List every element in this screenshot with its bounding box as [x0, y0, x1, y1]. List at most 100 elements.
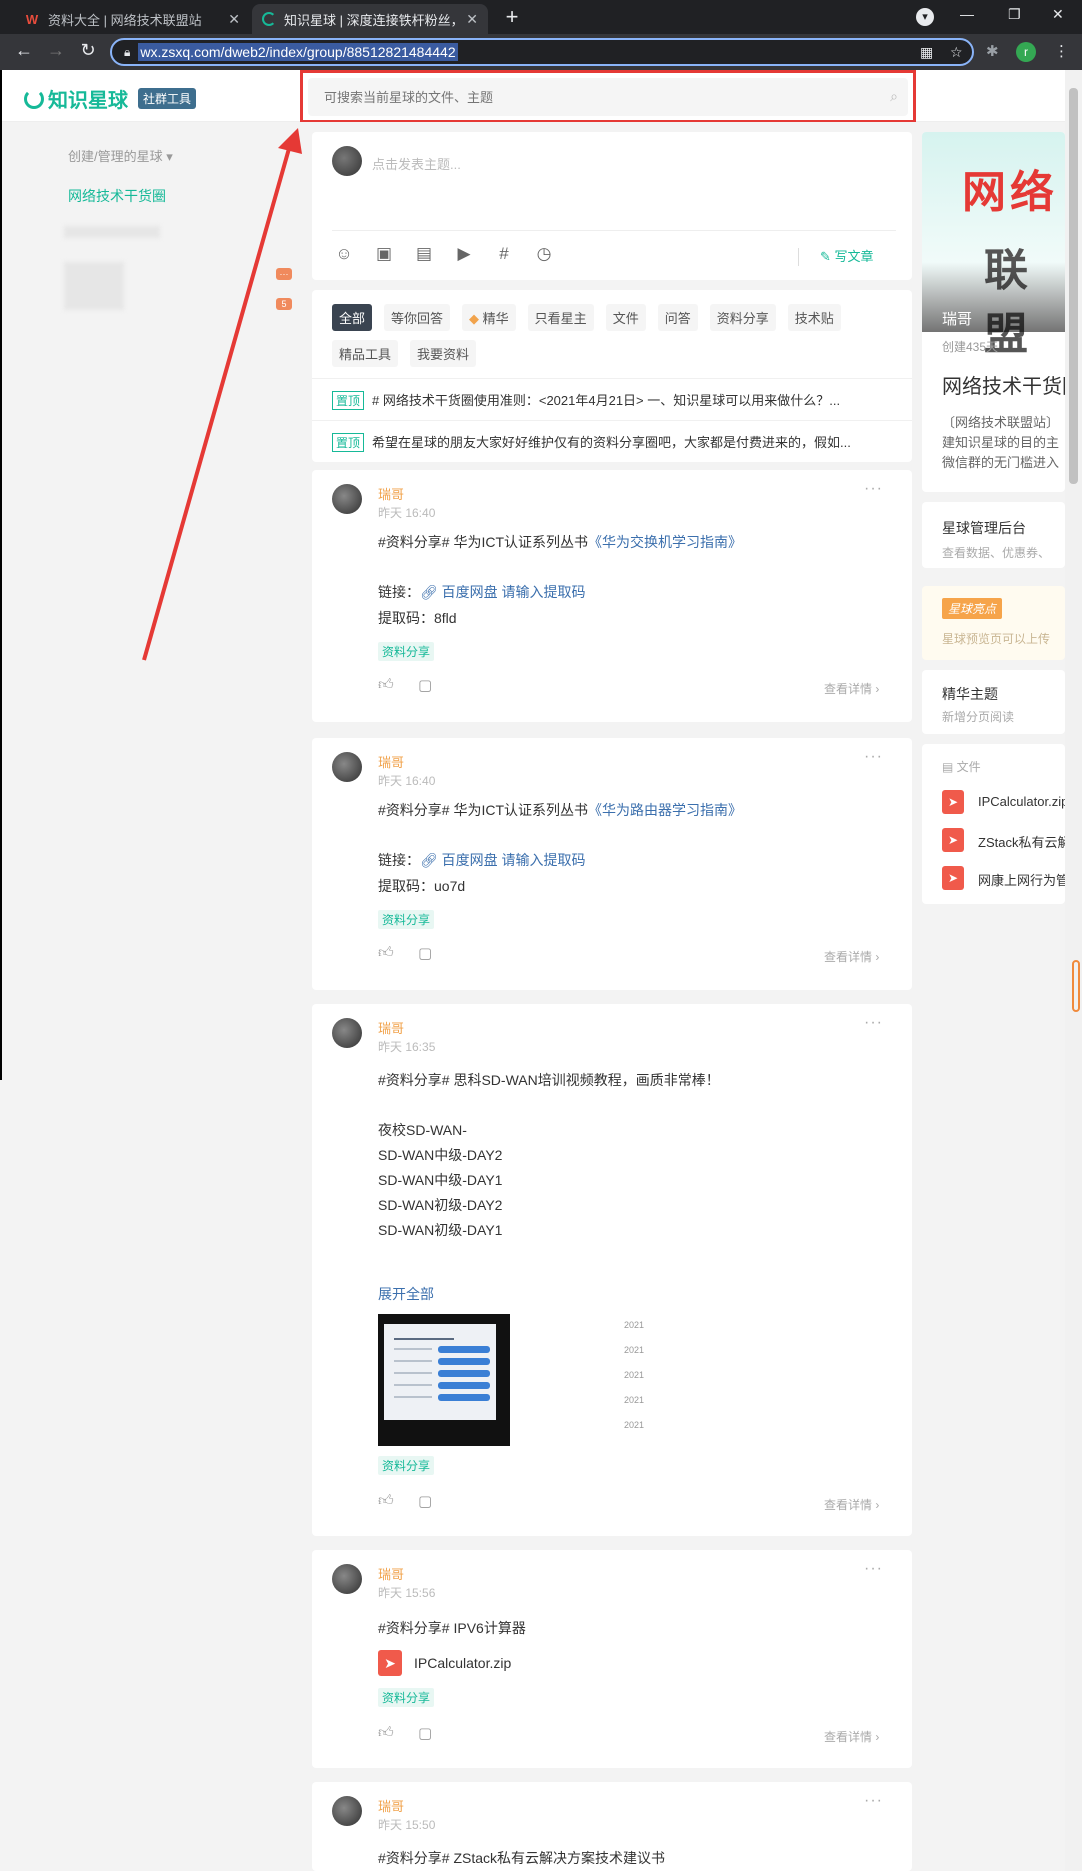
avatar[interactable]	[332, 752, 362, 782]
thumbnail-bar	[438, 1370, 490, 1377]
file-link[interactable]: IPCalculator.zip	[978, 794, 1065, 809]
filter-tab[interactable]: 等你回答	[384, 304, 451, 331]
book-link[interactable]: 《华为路由器学习指南》	[588, 802, 742, 818]
comment-icon[interactable]: ▢	[418, 944, 432, 962]
post-author[interactable]: 瑞哥	[378, 484, 404, 503]
group-owner[interactable]: 瑞哥	[942, 308, 972, 329]
menu-icon[interactable]: ⋮	[1054, 42, 1069, 60]
file-link[interactable]: 网康上网行为管	[978, 870, 1065, 889]
post-author[interactable]: 瑞哥	[378, 1018, 404, 1037]
like-icon[interactable]: 👍︎	[378, 1724, 394, 1742]
site-logo[interactable]: 知识星球 社群工具	[24, 84, 197, 113]
tab-search-icon[interactable]: ▾	[916, 8, 934, 26]
avatar[interactable]	[332, 484, 362, 514]
avatar[interactable]	[332, 1018, 362, 1048]
url-text[interactable]: wx.zsxq.com/dweb2/index/group/8851282148…	[138, 43, 458, 61]
admin-card[interactable]: 星球管理后台 查看数据、优惠券、	[922, 502, 1065, 568]
browser-tab-active[interactable]: 知识星球 | 深度连接铁杆粉丝，运 ✕	[252, 4, 488, 34]
like-icon[interactable]: 👍︎	[378, 944, 394, 962]
file-icon[interactable]: ▤	[412, 244, 436, 264]
hashtag-icon[interactable]: #	[492, 244, 516, 264]
qr-code-icon[interactable]: ▦	[920, 44, 933, 61]
book-link[interactable]: 《华为交换机学习指南》	[588, 534, 742, 550]
more-options-icon[interactable]: ···	[864, 480, 883, 498]
highlight-card[interactable]: 星球亮点 星球预览页可以上传	[922, 586, 1065, 660]
profile-avatar[interactable]: r	[1016, 42, 1036, 62]
view-detail-link[interactable]: 查看详情 ›	[824, 1728, 879, 1745]
comment-icon[interactable]: ▢	[418, 1724, 432, 1742]
brand-badge: 社群工具	[138, 88, 197, 109]
comment-icon[interactable]: ▢	[418, 1492, 432, 1510]
composer-placeholder[interactable]: 点击发表主题...	[372, 154, 461, 173]
new-tab-button[interactable]: +	[500, 4, 524, 30]
reload-icon[interactable]: ↻	[76, 40, 100, 61]
file-name[interactable]: IPCalculator.zip	[414, 1655, 511, 1671]
divider	[798, 248, 799, 266]
like-icon[interactable]: 👍︎	[378, 676, 394, 694]
filter-tab[interactable]: ◆ 精华	[462, 304, 516, 331]
more-options-icon[interactable]: ···	[864, 1014, 883, 1032]
pdf-file-icon[interactable]: ➤	[378, 1650, 402, 1676]
close-icon[interactable]: ✕	[466, 11, 478, 28]
bookmark-star-icon[interactable]: ☆	[950, 44, 963, 61]
group-info-card: 网络 联盟 瑞哥 创建435天 网络技术干货圈 〔网络技术联盟站〕 建知识星球的…	[922, 132, 1065, 492]
comment-icon[interactable]: ▢	[418, 676, 432, 694]
scrollbar-thumb[interactable]	[1069, 88, 1078, 484]
browser-tab[interactable]: W 资料大全 | 网络技术联盟站 ✕	[14, 4, 250, 34]
brand-name: 知识星球	[48, 90, 128, 112]
back-icon[interactable]: ←	[12, 40, 36, 61]
filter-tab[interactable]: 文件	[605, 304, 646, 331]
baidu-link[interactable]: 百度网盘 请输入提取码	[442, 584, 586, 600]
write-article-button[interactable]: ✎ 写文章	[820, 246, 874, 265]
restore-icon[interactable]: ❐	[1008, 6, 1021, 23]
filter-tab[interactable]: 我要资料	[410, 340, 477, 367]
topic-tag[interactable]: 资料分享	[378, 642, 435, 661]
file-link[interactable]: ZStack私有云解	[978, 832, 1065, 851]
close-icon[interactable]: ✕	[228, 11, 240, 28]
filter-tab[interactable]: 精品工具	[332, 340, 399, 367]
clock-icon[interactable]: ◷	[532, 244, 556, 264]
emoji-icon[interactable]: ☺	[332, 244, 356, 264]
avatar[interactable]	[332, 1564, 362, 1594]
video-thumbnail[interactable]	[378, 1314, 510, 1446]
video-icon[interactable]: ▶	[452, 244, 476, 264]
more-options-icon[interactable]: ···	[864, 1560, 883, 1578]
view-detail-link[interactable]: 查看详情 ›	[824, 1496, 879, 1513]
avatar[interactable]	[332, 1796, 362, 1826]
view-detail-link[interactable]: 查看详情 ›	[824, 948, 879, 965]
baidu-link[interactable]: 百度网盘 请输入提取码	[442, 852, 586, 868]
blurred-avatar[interactable]	[64, 262, 124, 310]
scroll-marker	[1072, 960, 1080, 1012]
filter-tab[interactable]: 问答	[657, 304, 698, 331]
sidebar-section-title[interactable]: 创建/管理的星球 ▾	[68, 146, 173, 165]
address-bar[interactable]: 🔒︎ wx.zsxq.com/dweb2/index/group/8851282…	[110, 38, 974, 66]
minimize-icon[interactable]: —	[960, 6, 974, 22]
topic-tag[interactable]: 资料分享	[378, 910, 435, 929]
image-icon[interactable]: ▣	[372, 244, 396, 264]
like-icon[interactable]: 👍︎	[378, 1492, 394, 1510]
topic-tag[interactable]: 资料分享	[378, 1456, 435, 1475]
lock-icon: 🔒︎	[124, 44, 131, 59]
post-author[interactable]: 瑞哥	[378, 1796, 404, 1815]
group-banner[interactable]: 网络 联盟 瑞哥	[922, 132, 1065, 359]
extensions-icon[interactable]: ✱	[986, 42, 999, 60]
filter-tab[interactable]: 只看星主	[527, 304, 594, 331]
blurred-item[interactable]	[64, 226, 160, 238]
pinned-post[interactable]: 置顶 # 网络技术干货圈使用准则：<2021年4月21日> 一、知识星球可以用来做…	[332, 390, 896, 410]
more-options-icon[interactable]: ···	[864, 748, 883, 766]
filter-tab[interactable]: 技术贴	[787, 304, 841, 331]
more-options-icon[interactable]: ···	[864, 1792, 883, 1810]
filter-tab[interactable]: 全部	[332, 304, 373, 331]
topic-tag[interactable]: 资料分享	[378, 1688, 435, 1707]
forward-icon[interactable]: →	[44, 40, 68, 61]
view-detail-link[interactable]: 查看详情 ›	[824, 680, 879, 697]
expand-all-link[interactable]: 展开全部	[378, 1284, 434, 1304]
post-author[interactable]: 瑞哥	[378, 752, 404, 771]
filter-tab[interactable]: 资料分享	[709, 304, 776, 331]
post-author[interactable]: 瑞哥	[378, 1564, 404, 1583]
pinned-post[interactable]: 置顶 希望在星球的朋友大家好好维护仅有的资料分享圈吧，大家都是付费进来的，假如..…	[332, 432, 896, 452]
essence-card[interactable]: 精华主题 新增分页阅读	[922, 670, 1065, 734]
filter-tab-label: 精华	[482, 311, 509, 326]
sidebar-item-group[interactable]: 网络技术干货圈	[68, 186, 166, 206]
window-close-icon[interactable]: ✕	[1052, 6, 1064, 23]
